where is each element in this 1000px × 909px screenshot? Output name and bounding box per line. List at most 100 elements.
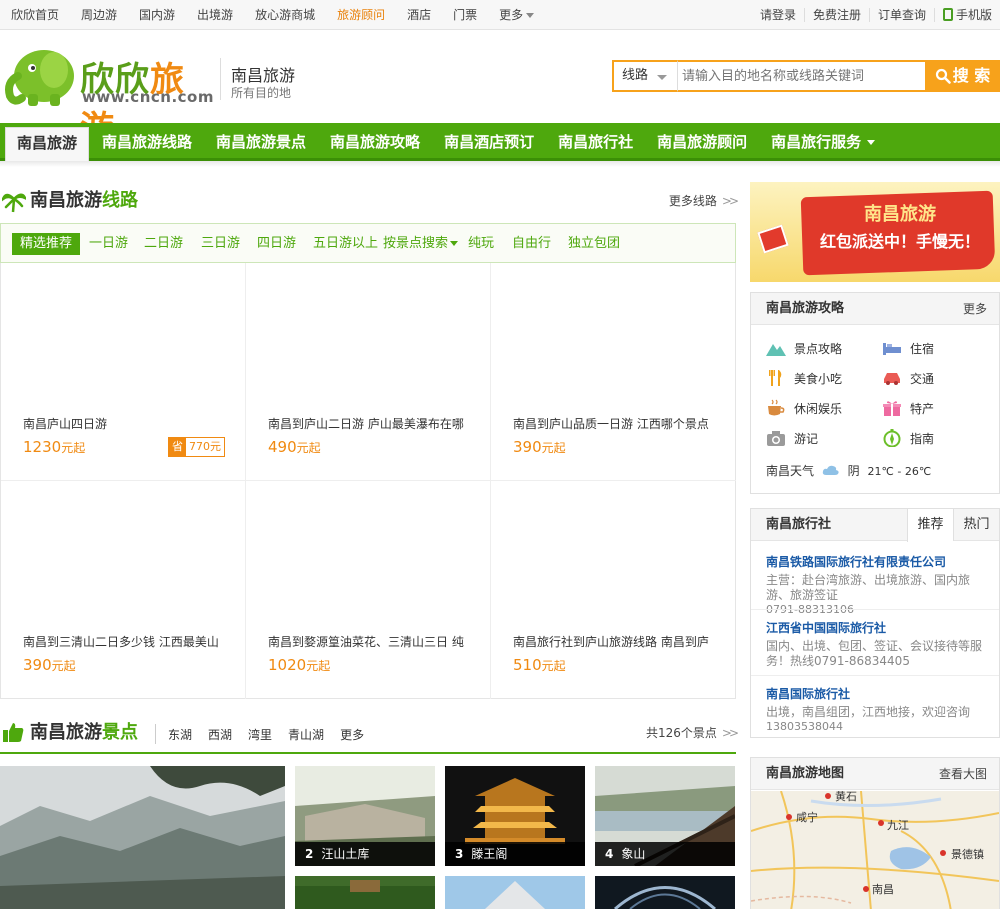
top-nav-outbound[interactable]: 出境游 [186,0,244,30]
nav-guides[interactable]: 南昌旅游攻略 [319,127,431,161]
top-nav-home[interactable]: 欣欣首页 [0,0,70,30]
top-nav-more[interactable]: 更多 [488,0,545,30]
guide-item-transport[interactable]: 交通 [882,369,934,387]
search-icon [935,68,951,84]
route-card[interactable]: 南昌庐山四日游 1230元起 省 770元 [1,263,246,481]
fork-knife-icon [769,370,782,386]
spot-tag-qingshanhu[interactable]: 青山湖 [280,726,332,743]
guide-item-label: 交通 [910,372,935,386]
route-card[interactable]: 南昌到庐山二日游 庐山最美瀑布在哪 490元起 [246,263,491,481]
nav-consultants[interactable]: 南昌旅游顾问 [646,127,758,161]
spot-thumb[interactable]: 3 滕王阁 [445,766,585,866]
red-packet-banner[interactable]: 南昌旅游 红包派送中！手慢无！ [750,182,1000,282]
route-title: 南昌旅行社到庐山旅游线路 南昌到庐 [513,635,709,649]
weather-label: 南昌天气 [766,464,815,478]
tab-four-day[interactable]: 四日游 [257,233,296,255]
tab-popular[interactable]: 热门 [953,509,999,541]
spot-tag-xihu[interactable]: 西湖 [200,726,240,743]
guide-item-lodging[interactable]: 住宿 [882,339,934,357]
top-nav-hotel[interactable]: 酒店 [396,0,442,30]
route-price: 490元起 [268,438,321,456]
tab-three-day[interactable]: 三日游 [201,233,240,255]
top-nav-nearby[interactable]: 周边游 [70,0,128,30]
nav-hotels[interactable]: 南昌酒店预订 [433,127,545,161]
site-logo[interactable]: 欣欣旅游 www.cncn.com [0,36,215,149]
agency-name-link[interactable]: 江西省中国国际旅行社 [766,621,886,635]
city-name: 南昌旅游 [231,66,296,85]
nav-routes[interactable]: 南昌旅游线路 [91,127,203,161]
top-nav-mall[interactable]: 放心游商城 [244,0,326,30]
spot-tag-wanli[interactable]: 湾里 [240,726,280,743]
spot-rank: 4 [605,847,614,861]
guide-item-leisure[interactable]: 休闲娱乐 [766,399,842,417]
guide-item-travelogue[interactable]: 游记 [766,429,818,447]
mountain-icon [766,344,786,356]
guide-item-guide[interactable]: 指南 [882,429,934,447]
spot-tag-donghu[interactable]: 东湖 [160,726,200,743]
route-title: 南昌庐山四日游 [23,417,108,431]
route-card[interactable]: 南昌到三清山二日多少钱 江西最美山 390元起 [1,481,246,699]
search-type-select[interactable]: 线路 [612,60,678,92]
spot-thumb[interactable]: 2 汪山土库 [295,766,435,866]
spots-count: 共126个景点 [645,726,717,740]
spot-tag-more[interactable]: 更多 [332,726,372,743]
agency-name-link[interactable]: 南昌国际旅行社 [766,687,850,701]
route-card[interactable]: 南昌到婺源篁油菜花、三清山三日 纯 1020元起 [246,481,491,699]
elephant-logo-icon [5,50,74,106]
tab-featured[interactable]: 精选推荐 [12,233,81,255]
tab-pure-play[interactable]: 纯玩 [468,233,494,255]
city-map[interactable]: 黄石 咸宁 九江 景德镇 南昌 [751,791,999,909]
more-routes-link[interactable]: 更多线路 >> [669,186,739,216]
guide-box-title: 南昌旅游攻略 [766,301,845,316]
nav-services[interactable]: 南昌旅行服务 [760,127,886,161]
tab-two-day[interactable]: 二日游 [144,233,183,255]
divider [751,675,999,676]
mobile-link[interactable]: 手机版 [933,8,1000,22]
tab-private-group[interactable]: 独立包团 [568,233,620,255]
tab-five-day-plus[interactable]: 五日游以上 [313,233,378,255]
gift-icon [883,401,901,416]
register-link[interactable]: 免费注册 [803,8,869,22]
search-input[interactable] [678,60,936,92]
search-type-label: 线路 [622,68,649,83]
nav-agencies[interactable]: 南昌旅行社 [547,127,644,161]
guide-item-spots[interactable]: 景点攻略 [766,339,842,357]
spot-thumb[interactable] [595,876,735,909]
spot-tags: 东湖 西湖 湾里 青山湖 更多 [155,724,372,744]
mobile-label: 手机版 [955,8,992,22]
tab-recommended[interactable]: 推荐 [907,509,953,542]
guide-more-link[interactable]: 更多 [963,293,987,325]
agency-name-link[interactable]: 南昌铁路国际旅行社有限责任公司 [766,555,946,569]
tab-independent[interactable]: 自由行 [512,233,551,255]
spot-thumb[interactable]: 4 象山 [595,766,735,866]
guide-item-food[interactable]: 美食小吃 [766,369,842,387]
spot-thumb[interactable] [295,876,435,909]
guide-item-specialties[interactable]: 特产 [882,399,934,417]
view-large-map-link[interactable]: 查看大图 [939,758,987,790]
spot-thumb[interactable] [445,876,585,909]
tab-one-day[interactable]: 一日游 [89,233,128,255]
nav-nanchang-travel[interactable]: 南昌旅游 [5,127,90,161]
all-destinations-link[interactable]: 所有目的地 [231,84,291,101]
tab-by-spot[interactable]: 按景点搜索 [383,233,459,255]
top-nav-tickets[interactable]: 门票 [442,0,488,30]
login-link[interactable]: 请登录 [752,8,804,22]
spots-title: 南昌旅游景点 [30,718,138,748]
route-card[interactable]: 南昌旅行社到庐山旅游线路 南昌到庐 510元起 [491,481,736,699]
featured-spot-image[interactable] [0,766,285,909]
search-button[interactable]: 搜 索 [925,60,1000,92]
spots-count-link[interactable]: 共126个景点 >> [645,718,739,748]
route-price-value: 1020 [268,656,307,674]
orders-link[interactable]: 订单查询 [868,8,934,22]
top-nav-consultant[interactable]: 旅游顾问 [326,0,396,30]
nav-spots[interactable]: 南昌旅游景点 [205,127,317,161]
route-card[interactable]: 南昌到庐山品质一日游 江西哪个景点 390元起 [491,263,736,481]
search-bar: 线路 搜 索 [612,60,1000,92]
palm-tree-icon [2,193,26,213]
guide-item-label: 游记 [794,432,819,446]
cloudy-icon [822,465,839,475]
route-price-unit: 元起 [541,441,566,455]
guide-box: 南昌旅游攻略 更多 景点攻略 住宿 美食小吃 交通 休闲娱乐 特产 游记 指南 … [750,292,1000,494]
top-nav-domestic[interactable]: 国内游 [128,0,186,30]
route-price: 390元起 [23,656,76,674]
